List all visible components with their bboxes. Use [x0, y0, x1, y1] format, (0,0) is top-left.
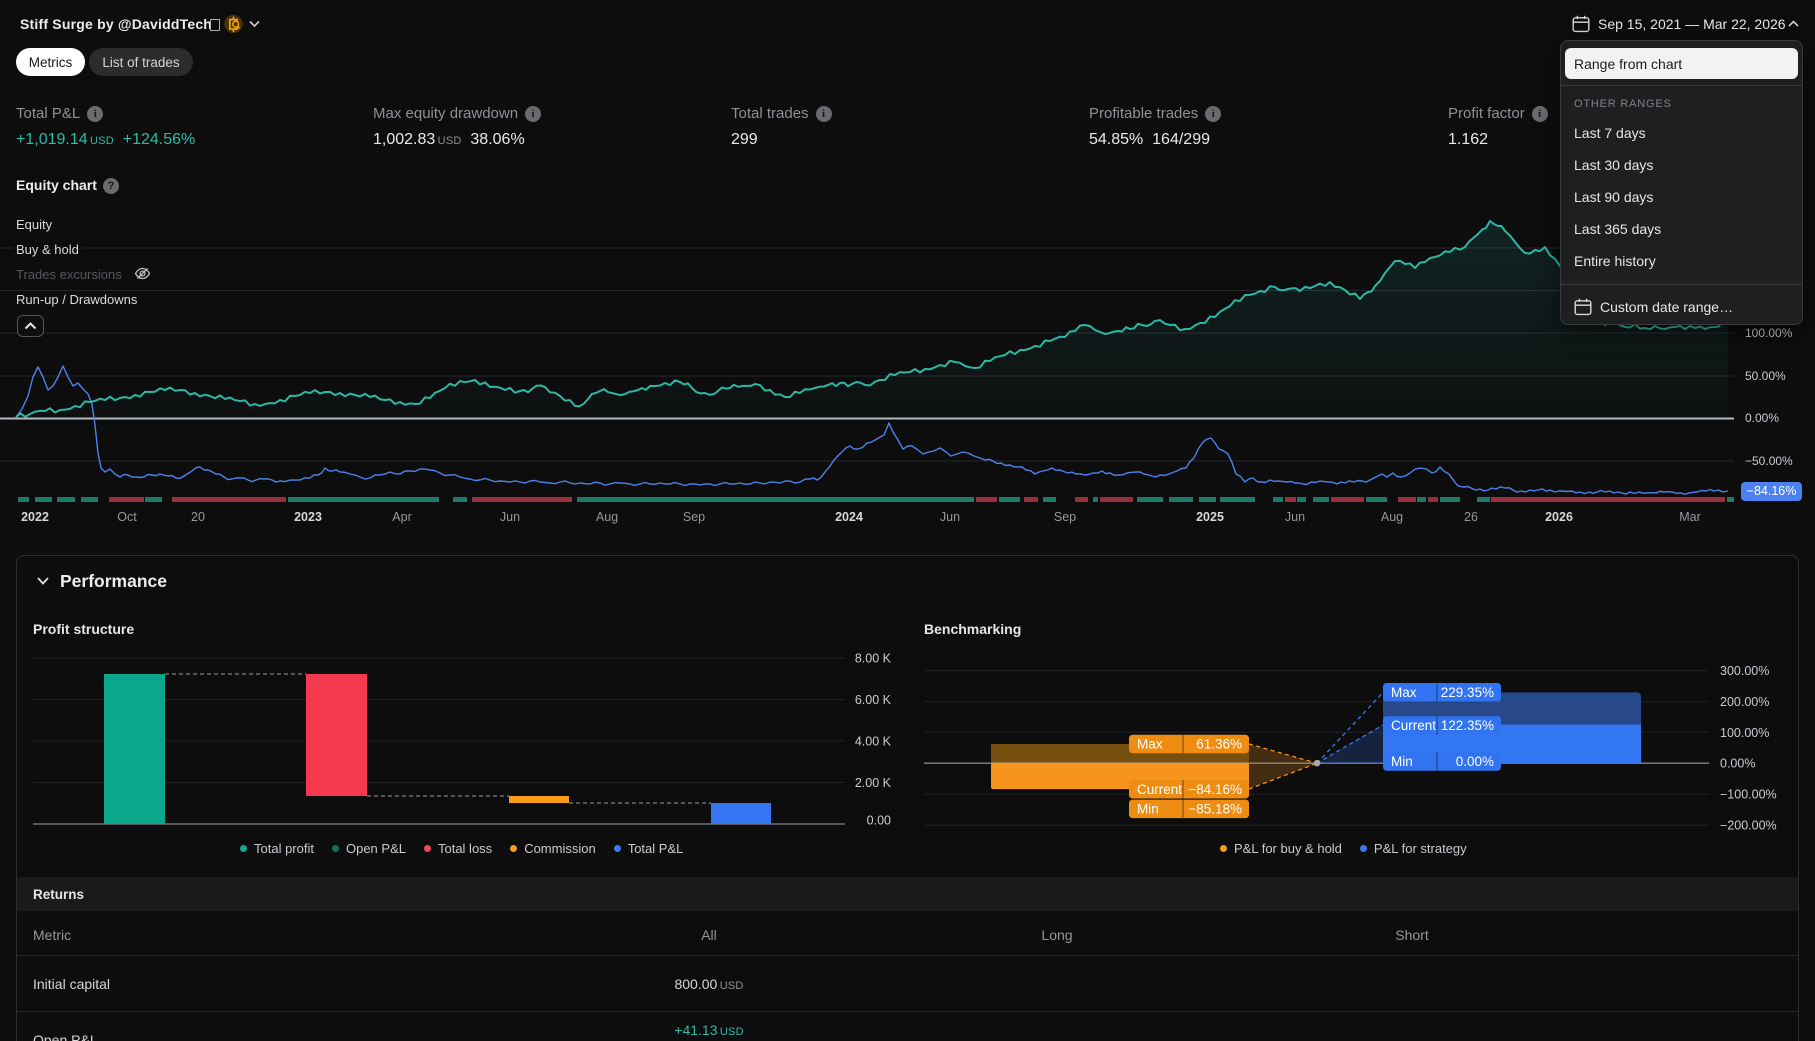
svg-text:Current: Current [1137, 782, 1182, 797]
svg-text:229.35%: 229.35% [1441, 685, 1494, 700]
svg-text:0.00%: 0.00% [1720, 757, 1755, 771]
svg-text:8.00 K: 8.00 K [855, 652, 892, 666]
svg-text:−100.00%: −100.00% [1720, 788, 1777, 802]
svg-text:−84.16%: −84.16% [1188, 782, 1242, 797]
svg-text:Min: Min [1391, 754, 1413, 769]
svg-text:200.00%: 200.00% [1720, 695, 1769, 709]
svg-text:4.00 K: 4.00 K [855, 735, 892, 749]
svg-text:2.00 K: 2.00 K [855, 776, 892, 790]
svg-text:0.00: 0.00 [867, 814, 891, 828]
svg-text:100.00%: 100.00% [1720, 726, 1769, 740]
svg-text:Max: Max [1391, 685, 1417, 700]
svg-text:61.36%: 61.36% [1196, 737, 1242, 752]
svg-text:122.35%: 122.35% [1441, 718, 1494, 733]
svg-text:−200.00%: −200.00% [1720, 819, 1777, 832]
svg-text:Min: Min [1137, 801, 1159, 816]
svg-text:−85.18%: −85.18% [1188, 801, 1242, 816]
svg-text:300.00%: 300.00% [1720, 664, 1769, 678]
svg-text:Max: Max [1137, 737, 1163, 752]
svg-text:Current: Current [1391, 718, 1436, 733]
svg-text:6.00 K: 6.00 K [855, 693, 892, 707]
svg-text:0.00%: 0.00% [1456, 754, 1494, 769]
